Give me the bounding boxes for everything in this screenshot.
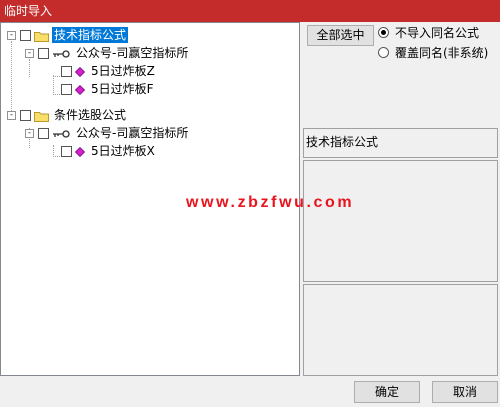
node-checkbox[interactable] [61,83,72,95]
collapse-toggle[interactable]: - [25,128,34,138]
window-title: 临时导入 [4,4,53,18]
folder-icon [34,30,49,42]
node-label[interactable]: 公众号-司赢空指标所 [74,125,190,141]
tree-node-author-group-2[interactable]: - 公众号-司赢空指标所 [25,124,190,142]
formula-param-panel [303,284,498,376]
tree-node-screening-formulas[interactable]: - 条件选股公式 [7,106,128,124]
formula-diamond-icon [74,66,86,78]
formula-category-text: 技术指标公式 [306,135,379,149]
tree-guide [11,41,12,111]
node-label[interactable]: 公众号-司赢空指标所 [74,45,190,61]
collapse-toggle[interactable]: - [25,48,34,58]
formula-description-panel [303,160,498,282]
tree-node-formula-f[interactable]: 5日过炸板F [61,80,156,98]
radio-label: 不导入同名公式 [395,25,480,40]
ok-button[interactable]: 确定 [354,381,420,403]
tree-guide [53,75,54,95]
node-label[interactable]: 技术指标公式 [52,27,129,43]
formula-diamond-icon [74,146,86,158]
tree-node-author-group[interactable]: - 公众号-司赢空指标所 [25,44,190,62]
key-icon [52,48,70,58]
tree-node-formula-z[interactable]: 5日过炸板Z [61,62,157,80]
radio-no-import[interactable]: 不导入同名公式 [378,24,479,40]
formula-diamond-icon [74,84,86,96]
title-bar: 临时导入 [0,0,500,22]
tree-node-technical-formulas[interactable]: - 技术指标公式 [7,26,129,44]
key-icon [52,128,70,138]
tree-node-formula-x[interactable]: 5日过炸板X [61,142,157,160]
node-label[interactable]: 5日过炸板X [89,143,157,159]
folder-icon [34,110,49,122]
node-checkbox[interactable] [61,145,72,157]
radio-label: 覆盖同名(非系统) [395,45,489,60]
node-label[interactable]: 条件选股公式 [52,107,128,123]
collapse-toggle[interactable]: - [7,30,16,40]
node-checkbox[interactable] [61,65,72,77]
node-checkbox[interactable] [20,109,31,121]
watermark-text: www.zbzfwu.com [186,194,355,211]
node-checkbox[interactable] [20,29,31,41]
radio-indicator[interactable] [378,46,389,58]
collapse-toggle[interactable]: - [7,110,16,120]
node-checkbox[interactable] [38,127,49,139]
radio-indicator[interactable] [378,26,389,38]
select-all-button[interactable]: 全部选中 [307,25,374,46]
node-label[interactable]: 5日过炸板Z [89,63,157,79]
node-checkbox[interactable] [38,47,49,59]
formula-category-panel: 技术指标公式 [303,128,498,158]
node-label[interactable]: 5日过炸板F [89,81,156,97]
cancel-button[interactable]: 取消 [432,381,498,403]
radio-overwrite[interactable]: 覆盖同名(非系统) [378,44,488,60]
